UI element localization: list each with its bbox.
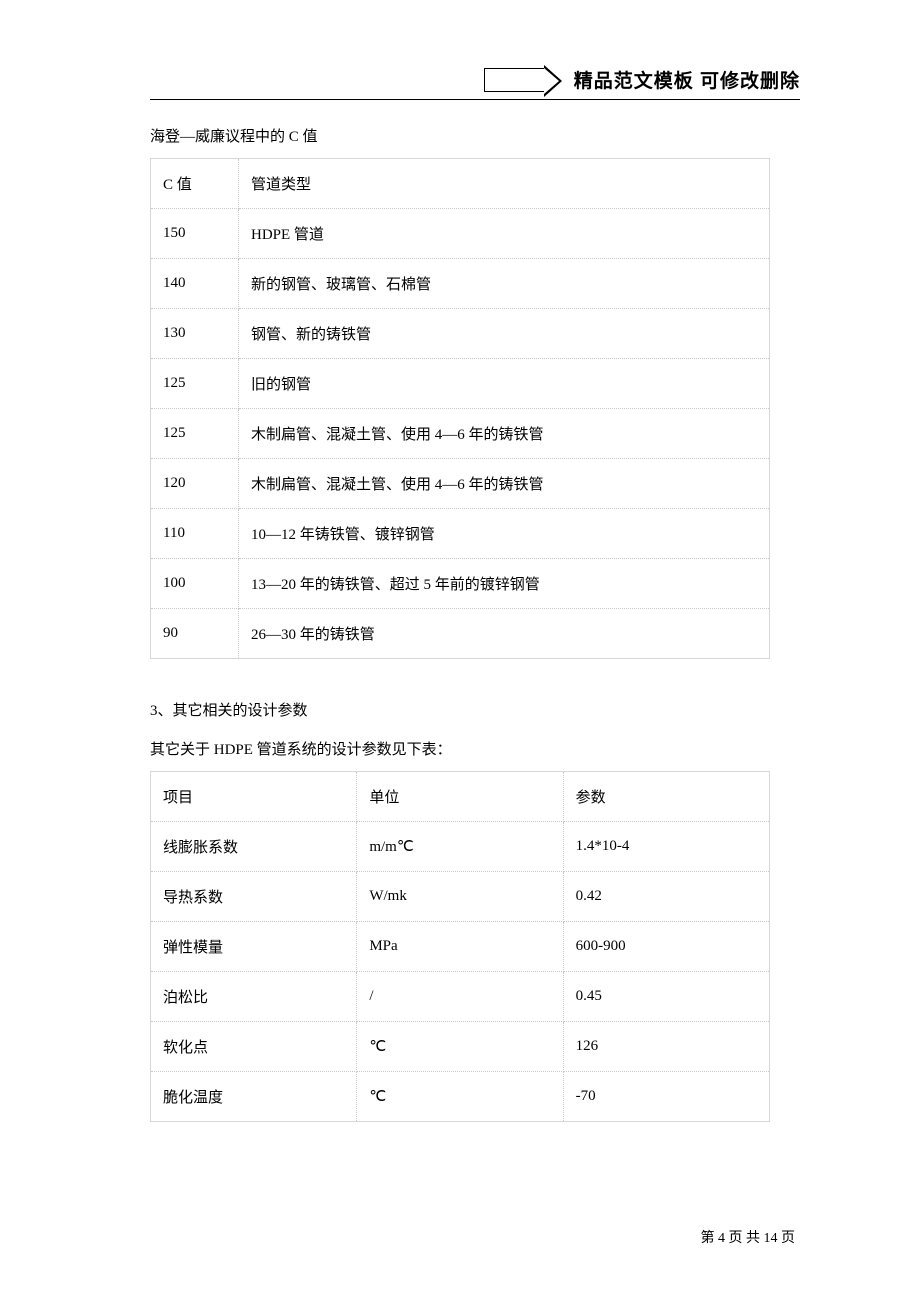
table-cell: 600-900	[563, 922, 769, 972]
table-row: 导热系数W/mk0.42	[151, 872, 770, 922]
table-row: 125木制扁管、混凝土管、使用 4—6 年的铸铁管	[151, 409, 770, 459]
table-cell: 150	[151, 209, 239, 259]
table-cell: 脆化温度	[151, 1072, 357, 1122]
table-cell: 130	[151, 309, 239, 359]
table-cell: 0.45	[563, 972, 769, 1022]
table-cell: 140	[151, 259, 239, 309]
table-row: 脆化温度℃-70	[151, 1072, 770, 1122]
table-row: 线膨胀系数m/m℃1.4*10-4	[151, 822, 770, 872]
table-cell: 125	[151, 409, 239, 459]
table-cell: /	[357, 972, 563, 1022]
header-banner: 精品范文模板 可修改删除	[484, 66, 800, 93]
table-row: 弹性模量MPa600-900	[151, 922, 770, 972]
table-cell: 木制扁管、混凝土管、使用 4—6 年的铸铁管	[239, 409, 770, 459]
table-row: 11010—12 年铸铁管、镀锌钢管	[151, 509, 770, 559]
header-banner-text: 精品范文模板 可修改删除	[574, 66, 800, 93]
table-cell: ℃	[357, 1072, 563, 1122]
table-cell: 10—12 年铸铁管、镀锌钢管	[239, 509, 770, 559]
table-row: 泊松比/0.45	[151, 972, 770, 1022]
table-row: 140新的钢管、玻璃管、石棉管	[151, 259, 770, 309]
table-row: 120木制扁管、混凝土管、使用 4—6 年的铸铁管	[151, 459, 770, 509]
page-content: 海登—威廉议程中的 C 值 C 值 管道类型 150HDPE 管道 140新的钢…	[150, 125, 770, 1162]
table-cell: 钢管、新的铸铁管	[239, 309, 770, 359]
table2-caption: 其它关于 HDPE 管道系统的设计参数见下表：	[150, 738, 770, 759]
table-header-cell: 参数	[563, 772, 769, 822]
table-cell: 13—20 年的铸铁管、超过 5 年前的镀锌钢管	[239, 559, 770, 609]
table-cell: 0.42	[563, 872, 769, 922]
c-value-table: C 值 管道类型 150HDPE 管道 140新的钢管、玻璃管、石棉管 130钢…	[150, 158, 770, 659]
footer-page: 4	[718, 1231, 725, 1246]
table-cell: 木制扁管、混凝土管、使用 4—6 年的铸铁管	[239, 459, 770, 509]
table-cell: 1.4*10-4	[563, 822, 769, 872]
table-cell: 旧的钢管	[239, 359, 770, 409]
table1-caption: 海登—威廉议程中的 C 值	[150, 125, 770, 146]
design-params-table: 项目 单位 参数 线膨胀系数m/m℃1.4*10-4 导热系数W/mk0.42 …	[150, 771, 770, 1122]
table-cell: 26—30 年的铸铁管	[239, 609, 770, 659]
table-header-cell: 管道类型	[239, 159, 770, 209]
table-row: 项目 单位 参数	[151, 772, 770, 822]
table-cell: 100	[151, 559, 239, 609]
table-header-cell: 单位	[357, 772, 563, 822]
table-row: 150HDPE 管道	[151, 209, 770, 259]
table-cell: 导热系数	[151, 872, 357, 922]
table-cell: 125	[151, 359, 239, 409]
section-heading: 3、其它相关的设计参数	[150, 699, 770, 720]
table-cell: 软化点	[151, 1022, 357, 1072]
table-row: 软化点℃126	[151, 1022, 770, 1072]
arrow-right-icon	[484, 68, 544, 92]
table-cell: 泊松比	[151, 972, 357, 1022]
footer-suffix: 页	[778, 1231, 796, 1246]
footer-total: 14	[764, 1231, 778, 1246]
table-cell: 弹性模量	[151, 922, 357, 972]
table-header-cell: C 值	[151, 159, 239, 209]
table-row: 130钢管、新的铸铁管	[151, 309, 770, 359]
table-cell: 126	[563, 1022, 769, 1072]
table-cell: W/mk	[357, 872, 563, 922]
table-cell: 90	[151, 609, 239, 659]
table-cell: -70	[563, 1072, 769, 1122]
table-cell: ℃	[357, 1022, 563, 1072]
footer-prefix: 第	[701, 1231, 719, 1246]
table-row: 125旧的钢管	[151, 359, 770, 409]
table-cell: 线膨胀系数	[151, 822, 357, 872]
table-cell: 110	[151, 509, 239, 559]
table-cell: 120	[151, 459, 239, 509]
page-header: 精品范文模板 可修改删除	[150, 60, 800, 100]
page-footer: 第 4 页 共 14 页	[701, 1227, 796, 1247]
table-header-cell: 项目	[151, 772, 357, 822]
table-row: 9026—30 年的铸铁管	[151, 609, 770, 659]
table-cell: MPa	[357, 922, 563, 972]
table-cell: 新的钢管、玻璃管、石棉管	[239, 259, 770, 309]
table-row: C 值 管道类型	[151, 159, 770, 209]
table-cell: HDPE 管道	[239, 209, 770, 259]
footer-mid: 页 共	[725, 1231, 764, 1246]
table-row: 10013—20 年的铸铁管、超过 5 年前的镀锌钢管	[151, 559, 770, 609]
table-cell: m/m℃	[357, 822, 563, 872]
